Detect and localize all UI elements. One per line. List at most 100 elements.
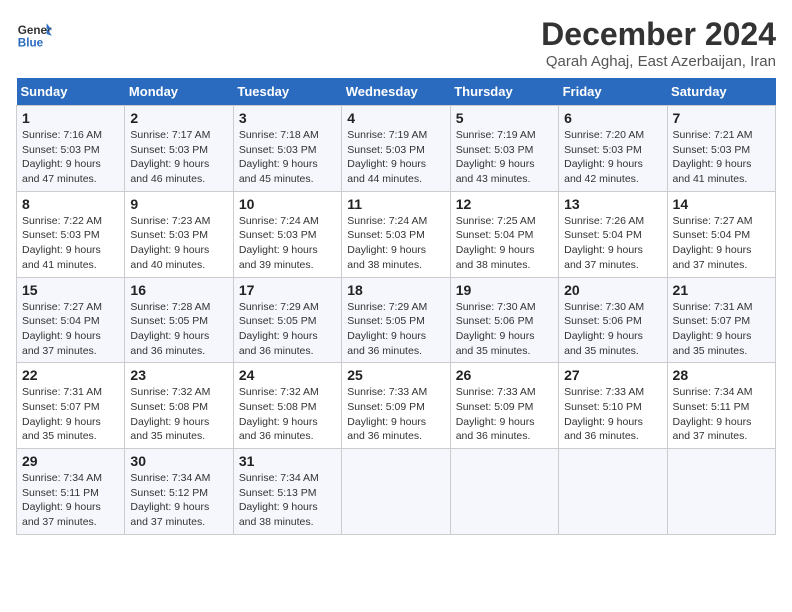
day-number: 6 [564,110,661,126]
day-number: 27 [564,367,661,383]
calendar-cell [667,449,775,535]
page-subtitle: Qarah Aghaj, East Azerbaijan, Iran [541,53,776,70]
day-info: Sunrise: 7:34 AM Sunset: 5:12 PM Dayligh… [130,471,227,530]
calendar-week-row: 29 Sunrise: 7:34 AM Sunset: 5:11 PM Dayli… [17,449,776,535]
day-info: Sunrise: 7:31 AM Sunset: 5:07 PM Dayligh… [22,385,119,444]
day-info: Sunrise: 7:25 AM Sunset: 5:04 PM Dayligh… [456,214,553,273]
day-info: Sunrise: 7:22 AM Sunset: 5:03 PM Dayligh… [22,214,119,273]
day-header-sunday: Sunday [17,78,125,106]
day-number: 22 [22,367,119,383]
day-number: 4 [347,110,444,126]
calendar-cell: 25 Sunrise: 7:33 AM Sunset: 5:09 PM Dayli… [342,363,450,449]
calendar-cell: 28 Sunrise: 7:34 AM Sunset: 5:11 PM Dayli… [667,363,775,449]
day-number: 2 [130,110,227,126]
calendar-cell: 19Sunrise: 7:30 AM Sunset: 5:06 PM Dayli… [450,277,558,363]
calendar-cell: 10 Sunrise: 7:24 AM Sunset: 5:03 PM Dayli… [233,191,341,277]
day-info: Sunrise: 7:29 AM Sunset: 5:05 PM Dayligh… [347,300,444,359]
day-number: 8 [22,196,119,212]
calendar-cell: 27 Sunrise: 7:33 AM Sunset: 5:10 PM Dayli… [559,363,667,449]
calendar-cell: 21 Sunrise: 7:31 AM Sunset: 5:07 PM Dayli… [667,277,775,363]
day-info: Sunrise: 7:31 AM Sunset: 5:07 PM Dayligh… [673,300,770,359]
day-number: 28 [673,367,770,383]
calendar-week-row: 15Sunrise: 7:27 AM Sunset: 5:04 PM Dayli… [17,277,776,363]
day-info: Sunrise: 7:21 AM Sunset: 5:03 PM Dayligh… [673,128,770,187]
day-info: Sunrise: 7:19 AM Sunset: 5:03 PM Dayligh… [347,128,444,187]
calendar-cell: 1Sunrise: 7:16 AM Sunset: 5:03 PM Daylig… [17,106,125,192]
day-info: Sunrise: 7:27 AM Sunset: 5:04 PM Dayligh… [22,300,119,359]
day-number: 18 [347,282,444,298]
calendar-cell: 5Sunrise: 7:19 AM Sunset: 5:03 PM Daylig… [450,106,558,192]
day-number: 16 [130,282,227,298]
header: General Blue December 2024 Qarah Aghaj, … [16,16,776,70]
day-number: 9 [130,196,227,212]
calendar-cell [342,449,450,535]
calendar-cell: 15Sunrise: 7:27 AM Sunset: 5:04 PM Dayli… [17,277,125,363]
day-header-tuesday: Tuesday [233,78,341,106]
calendar-cell: 24Sunrise: 7:32 AM Sunset: 5:08 PM Dayli… [233,363,341,449]
day-number: 21 [673,282,770,298]
calendar-cell: 16 Sunrise: 7:28 AM Sunset: 5:05 PM Dayli… [125,277,233,363]
page-title: December 2024 [541,16,776,53]
title-area: December 2024 Qarah Aghaj, East Azerbaij… [541,16,776,70]
day-number: 17 [239,282,336,298]
day-info: Sunrise: 7:17 AM Sunset: 5:03 PM Dayligh… [130,128,227,187]
calendar-cell: 26Sunrise: 7:33 AM Sunset: 5:09 PM Dayli… [450,363,558,449]
day-info: Sunrise: 7:24 AM Sunset: 5:03 PM Dayligh… [347,214,444,273]
calendar-cell: 14Sunrise: 7:27 AM Sunset: 5:04 PM Dayli… [667,191,775,277]
day-header-saturday: Saturday [667,78,775,106]
day-info: Sunrise: 7:32 AM Sunset: 5:08 PM Dayligh… [239,385,336,444]
day-number: 10 [239,196,336,212]
day-info: Sunrise: 7:23 AM Sunset: 5:03 PM Dayligh… [130,214,227,273]
calendar-cell: 17 Sunrise: 7:29 AM Sunset: 5:05 PM Dayli… [233,277,341,363]
calendar-cell: 3 Sunrise: 7:18 AM Sunset: 5:03 PM Daylig… [233,106,341,192]
calendar-cell: 8 Sunrise: 7:22 AM Sunset: 5:03 PM Daylig… [17,191,125,277]
svg-text:Blue: Blue [18,37,44,50]
day-number: 3 [239,110,336,126]
calendar-cell: 30 Sunrise: 7:34 AM Sunset: 5:12 PM Dayli… [125,449,233,535]
logo: General Blue [16,16,52,52]
day-header-thursday: Thursday [450,78,558,106]
calendar-cell: 6 Sunrise: 7:20 AM Sunset: 5:03 PM Daylig… [559,106,667,192]
calendar-table: SundayMondayTuesdayWednesdayThursdayFrid… [16,78,776,535]
day-number: 26 [456,367,553,383]
calendar-cell: 13 Sunrise: 7:26 AM Sunset: 5:04 PM Dayli… [559,191,667,277]
calendar-cell: 12 Sunrise: 7:25 AM Sunset: 5:04 PM Dayli… [450,191,558,277]
day-info: Sunrise: 7:34 AM Sunset: 5:11 PM Dayligh… [673,385,770,444]
calendar-week-row: 1Sunrise: 7:16 AM Sunset: 5:03 PM Daylig… [17,106,776,192]
day-info: Sunrise: 7:34 AM Sunset: 5:11 PM Dayligh… [22,471,119,530]
day-info: Sunrise: 7:24 AM Sunset: 5:03 PM Dayligh… [239,214,336,273]
day-header-monday: Monday [125,78,233,106]
day-number: 13 [564,196,661,212]
day-number: 14 [673,196,770,212]
day-number: 12 [456,196,553,212]
day-info: Sunrise: 7:32 AM Sunset: 5:08 PM Dayligh… [130,385,227,444]
calendar-week-row: 8 Sunrise: 7:22 AM Sunset: 5:03 PM Daylig… [17,191,776,277]
day-info: Sunrise: 7:16 AM Sunset: 5:03 PM Dayligh… [22,128,119,187]
calendar-week-row: 22 Sunrise: 7:31 AM Sunset: 5:07 PM Dayli… [17,363,776,449]
calendar-cell: 29 Sunrise: 7:34 AM Sunset: 5:11 PM Dayli… [17,449,125,535]
day-number: 29 [22,453,119,469]
day-info: Sunrise: 7:29 AM Sunset: 5:05 PM Dayligh… [239,300,336,359]
calendar-cell: 4 Sunrise: 7:19 AM Sunset: 5:03 PM Daylig… [342,106,450,192]
calendar-cell: 20Sunrise: 7:30 AM Sunset: 5:06 PM Dayli… [559,277,667,363]
day-info: Sunrise: 7:28 AM Sunset: 5:05 PM Dayligh… [130,300,227,359]
day-number: 25 [347,367,444,383]
day-header-friday: Friday [559,78,667,106]
day-info: Sunrise: 7:26 AM Sunset: 5:04 PM Dayligh… [564,214,661,273]
day-info: Sunrise: 7:33 AM Sunset: 5:09 PM Dayligh… [347,385,444,444]
day-number: 31 [239,453,336,469]
day-info: Sunrise: 7:20 AM Sunset: 5:03 PM Dayligh… [564,128,661,187]
calendar-cell [450,449,558,535]
day-info: Sunrise: 7:18 AM Sunset: 5:03 PM Dayligh… [239,128,336,187]
day-info: Sunrise: 7:19 AM Sunset: 5:03 PM Dayligh… [456,128,553,187]
calendar-cell: 18 Sunrise: 7:29 AM Sunset: 5:05 PM Dayli… [342,277,450,363]
calendar-cell: 11 Sunrise: 7:24 AM Sunset: 5:03 PM Dayli… [342,191,450,277]
logo-icon: General Blue [16,16,52,52]
day-number: 30 [130,453,227,469]
day-info: Sunrise: 7:33 AM Sunset: 5:10 PM Dayligh… [564,385,661,444]
day-number: 11 [347,196,444,212]
calendar-cell: 7Sunrise: 7:21 AM Sunset: 5:03 PM Daylig… [667,106,775,192]
calendar-cell: 31 Sunrise: 7:34 AM Sunset: 5:13 PM Dayli… [233,449,341,535]
calendar-cell: 22 Sunrise: 7:31 AM Sunset: 5:07 PM Dayli… [17,363,125,449]
day-info: Sunrise: 7:34 AM Sunset: 5:13 PM Dayligh… [239,471,336,530]
